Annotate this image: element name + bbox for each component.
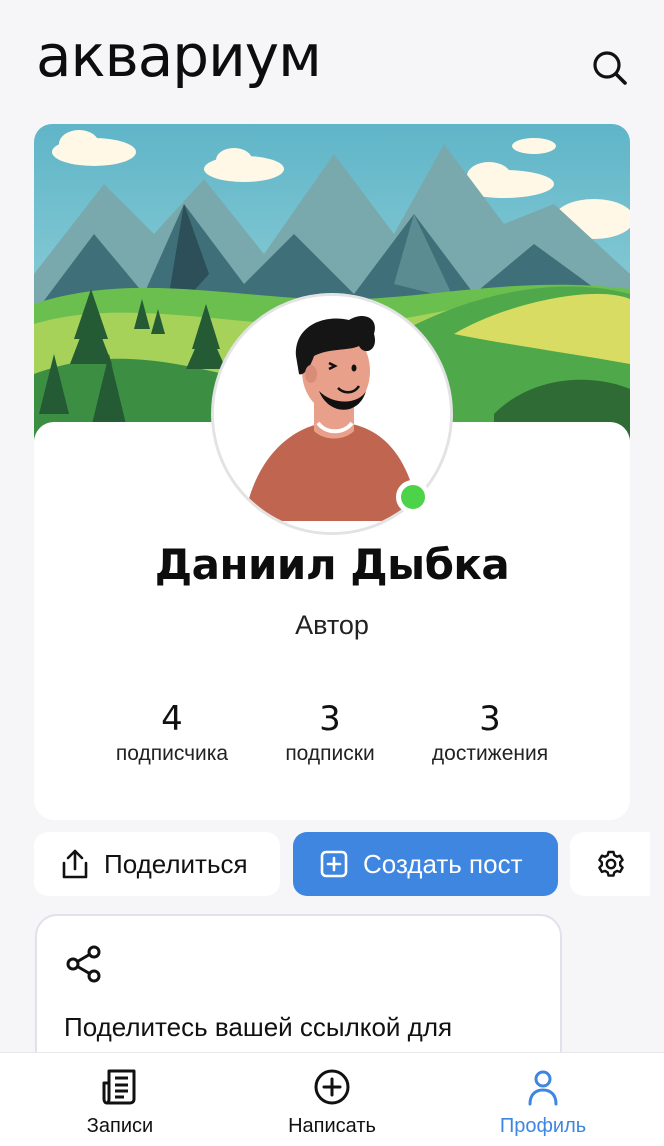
nav-item-label: Записи <box>86 1115 154 1137</box>
nav-item-write[interactable]: Написать <box>242 1053 422 1146</box>
app-header: аквариум <box>0 0 664 110</box>
share-button-label: Поделиться <box>104 848 248 879</box>
create-post-button[interactable]: Создать пост <box>293 832 558 896</box>
bottom-navigation: Записи Написать Профиль <box>0 1052 664 1146</box>
stat-label: достижения <box>431 742 549 765</box>
share-card-text: Поделитесь вашей ссылкой для <box>64 1012 453 1042</box>
person-icon <box>528 1070 558 1106</box>
stat-value: 3 <box>479 699 501 739</box>
profile-role: Автор <box>295 610 369 640</box>
online-status-indicator <box>396 480 430 514</box>
share-nodes-icon <box>66 945 101 983</box>
search-icon <box>593 51 627 85</box>
share-button[interactable]: Поделиться <box>34 832 280 896</box>
gear-icon <box>598 850 624 877</box>
stat-achievements[interactable]: 3 достижения <box>390 700 590 766</box>
app-logo: аквариум <box>36 22 322 90</box>
nav-item-posts[interactable]: Записи <box>30 1053 210 1146</box>
newspaper-icon <box>102 1069 136 1105</box>
share-upload-icon <box>62 849 88 879</box>
nav-item-label: Написать <box>288 1115 376 1137</box>
settings-button[interactable] <box>570 832 650 896</box>
nav-item-label: Профиль <box>499 1115 587 1137</box>
create-post-button-label: Создать пост <box>363 848 523 879</box>
profile-name: Даниил Дыбка <box>154 540 510 589</box>
search-button[interactable] <box>588 46 632 90</box>
plus-circle-icon <box>314 1069 350 1105</box>
plus-square-icon <box>320 850 348 878</box>
nav-item-profile[interactable]: Профиль <box>453 1053 633 1146</box>
